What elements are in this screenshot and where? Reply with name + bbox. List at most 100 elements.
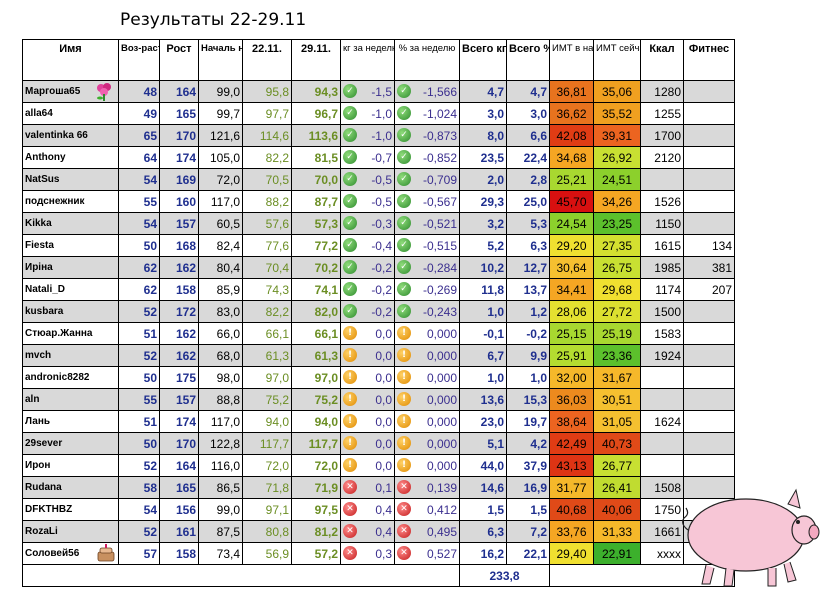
week1-weight-cell[interactable]: 77,6	[242, 234, 292, 257]
age-cell[interactable]: 62	[118, 256, 160, 279]
start-weight-cell[interactable]: 105,0	[198, 146, 243, 169]
week2-weight-cell[interactable]: 61,3	[291, 344, 341, 367]
bmi-start-cell[interactable]: 42,08	[549, 124, 594, 147]
pct-week-cell[interactable]: ! 0,000	[394, 454, 460, 477]
table-row[interactable]: mvch 52 162 68,0 61,3 61,3! 0,0! 0,000 6,7 9,9 25,…	[22, 344, 735, 367]
name-cell[interactable]: Лань	[22, 410, 119, 433]
bmi-now-cell[interactable]: 26,92	[593, 146, 641, 169]
total-pct-cell[interactable]: 9,9	[506, 344, 550, 367]
total-pct-cell[interactable]: 2,8	[506, 168, 550, 191]
fitness-cell[interactable]	[683, 432, 735, 455]
kcal-cell[interactable]	[640, 454, 684, 477]
week1-weight-cell[interactable]: 71,8	[242, 476, 292, 499]
week2-weight-cell[interactable]: 113,6	[291, 124, 341, 147]
start-weight-cell[interactable]: 99,0	[198, 498, 243, 521]
name-cell[interactable]: Ирiна	[22, 256, 119, 279]
total-pct-cell[interactable]: 4,7	[506, 80, 550, 103]
name-cell[interactable]: aln	[22, 388, 119, 411]
week1-weight-cell[interactable]: 97,1	[242, 498, 292, 521]
start-weight-cell[interactable]: 99,7	[198, 102, 243, 125]
kg-week-cell[interactable]: ✕ 0,4	[340, 520, 395, 543]
kcal-cell[interactable]: 1150	[640, 212, 684, 235]
kg-week-cell[interactable]: ✓ -0,7	[340, 146, 395, 169]
kg-week-cell[interactable]: ! 0,0	[340, 366, 395, 389]
pct-week-cell[interactable]: ✓ -0,284	[394, 256, 460, 279]
start-weight-cell[interactable]: 68,0	[198, 344, 243, 367]
total-pct-cell[interactable]: 13,7	[506, 278, 550, 301]
header-name[interactable]: Имя	[22, 39, 119, 81]
total-kg-cell[interactable]: 1,5	[459, 498, 507, 521]
pct-week-cell[interactable]: ✕ 0,139	[394, 476, 460, 499]
week1-weight-cell[interactable]: 61,3	[242, 344, 292, 367]
bmi-start-cell[interactable]: 42,49	[549, 432, 594, 455]
age-cell[interactable]: 48	[118, 80, 160, 103]
total-pct-cell[interactable]: 37,9	[506, 454, 550, 477]
age-cell[interactable]: 62	[118, 278, 160, 301]
header-total-kg[interactable]: Всего кг	[459, 39, 507, 81]
bmi-start-cell[interactable]: 36,81	[549, 80, 594, 103]
week2-weight-cell[interactable]: 82,0	[291, 300, 341, 323]
table-row[interactable]: alla64 49 165 99,7 97,7 96,7 ✓ -1,0 ✓ -1,024 3,0 3,…	[22, 102, 735, 125]
week2-weight-cell[interactable]: 94,0	[291, 410, 341, 433]
bmi-now-cell[interactable]: 25,19	[593, 322, 641, 345]
header-age[interactable]: Воз-раст	[118, 39, 160, 81]
week2-weight-cell[interactable]: 77,2	[291, 234, 341, 257]
name-cell[interactable]: alla64	[22, 102, 119, 125]
kcal-cell[interactable]: 1280	[640, 80, 684, 103]
total-pct-cell[interactable]: 19,7	[506, 410, 550, 433]
start-weight-cell[interactable]: 73,4	[198, 542, 243, 565]
bmi-now-cell[interactable]: 31,05	[593, 410, 641, 433]
height-cell[interactable]: 165	[159, 102, 199, 125]
table-row[interactable]: Маргоша65 48 164 99,0 95,8 94,3 ✓ -1,5 ✓ -1,566 4,…	[22, 80, 735, 103]
header-week2[interactable]: 29.11.	[291, 39, 341, 81]
pct-week-cell[interactable]: ! 0,000	[394, 322, 460, 345]
height-cell[interactable]: 172	[159, 300, 199, 323]
bmi-now-cell[interactable]: 35,52	[593, 102, 641, 125]
table-row[interactable]: Лань 51 174 117,0 94,0 94,0! 0,0! 0,000 23,0 19,7…	[22, 410, 735, 433]
kcal-cell[interactable]: 1500	[640, 300, 684, 323]
week1-weight-cell[interactable]: 56,9	[242, 542, 292, 565]
height-cell[interactable]: 158	[159, 542, 199, 565]
kcal-cell[interactable]	[640, 388, 684, 411]
table-row[interactable]: Ирон 52 164 116,0 72,0 72,0! 0,0! 0,000 44,0 37,9…	[22, 454, 735, 477]
table-row[interactable]: RozaLi 52 161 87,5 80,8 81,2 ✕ 0,4 ✕ 0,495 6,3 7,2 3…	[22, 520, 735, 543]
week1-weight-cell[interactable]: 114,6	[242, 124, 292, 147]
height-cell[interactable]: 162	[159, 322, 199, 345]
bmi-start-cell[interactable]: 25,15	[549, 322, 594, 345]
table-row[interactable]: Стюар.Жанна 51 162 66,0 66,1 66,1! 0,0! 0,000 -0…	[22, 322, 735, 345]
age-cell[interactable]: 51	[118, 322, 160, 345]
kg-week-cell[interactable]: ✓ -0,5	[340, 168, 395, 191]
kg-week-cell[interactable]: ✕ 0,1	[340, 476, 395, 499]
bmi-start-cell[interactable]: 25,91	[549, 344, 594, 367]
week2-weight-cell[interactable]: 117,7	[291, 432, 341, 455]
total-pct-cell[interactable]: 1,5	[506, 498, 550, 521]
kg-week-cell[interactable]: ✓ -0,2	[340, 300, 395, 323]
bmi-now-cell[interactable]: 40,73	[593, 432, 641, 455]
age-cell[interactable]: 50	[118, 234, 160, 257]
week1-weight-cell[interactable]: 70,5	[242, 168, 292, 191]
name-cell[interactable]: Natali_D	[22, 278, 119, 301]
week1-weight-cell[interactable]: 75,2	[242, 388, 292, 411]
kcal-cell[interactable]: 1615	[640, 234, 684, 257]
height-cell[interactable]: 160	[159, 190, 199, 213]
kg-week-cell[interactable]: ! 0,0	[340, 454, 395, 477]
height-cell[interactable]: 164	[159, 80, 199, 103]
total-kg-cell[interactable]: 13,6	[459, 388, 507, 411]
start-weight-cell[interactable]: 66,0	[198, 322, 243, 345]
height-cell[interactable]: 158	[159, 278, 199, 301]
week2-weight-cell[interactable]: 94,3	[291, 80, 341, 103]
total-kg-cell[interactable]: 23,5	[459, 146, 507, 169]
table-row[interactable]: valentinka 66 65 170 121,6 114,6 113,6 ✓ -1,0 ✓ -…	[22, 124, 735, 147]
age-cell[interactable]: 54	[118, 168, 160, 191]
bmi-now-cell[interactable]: 26,41	[593, 476, 641, 499]
age-cell[interactable]: 52	[118, 520, 160, 543]
week1-weight-cell[interactable]: 95,8	[242, 80, 292, 103]
fitness-cell[interactable]: 207	[683, 278, 735, 301]
start-weight-cell[interactable]: 88,8	[198, 388, 243, 411]
height-cell[interactable]: 157	[159, 388, 199, 411]
table-row[interactable]: 29sever 50 170 122,8 117,7 117,7! 0,0! 0,000 5,1…	[22, 432, 735, 455]
bmi-now-cell[interactable]: 27,72	[593, 300, 641, 323]
kg-week-cell[interactable]: ! 0,0	[340, 410, 395, 433]
week1-weight-cell[interactable]: 72,0	[242, 454, 292, 477]
age-cell[interactable]: 52	[118, 300, 160, 323]
